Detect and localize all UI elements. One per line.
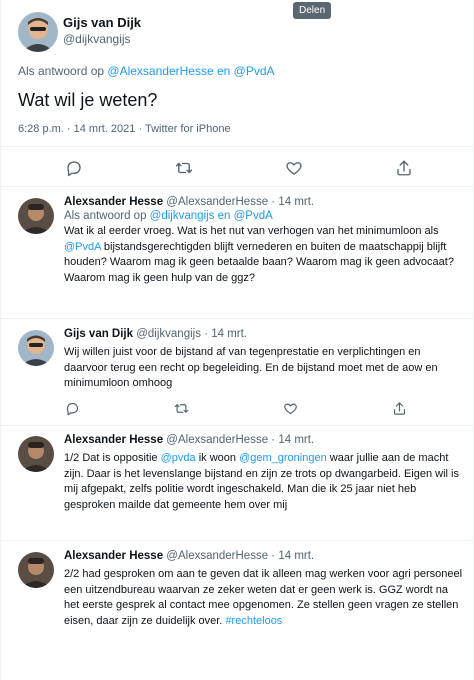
reply-icon[interactable] — [65, 159, 83, 177]
tweet-date[interactable]: 14 mrt. — [278, 550, 314, 562]
reply-icon[interactable] — [64, 401, 80, 417]
mention-link[interactable]: @PvdA — [64, 241, 101, 253]
author-name[interactable]: Alexsander Hesse — [64, 434, 163, 446]
tweet-thread-page: Delen Gijs van Dijk @dijkvangijs Als ant… — [0, 0, 474, 680]
tweet-text: Wat ik al eerder vroeg. Wat is het nut v… — [64, 224, 464, 286]
text-part: ik woon — [195, 452, 240, 464]
share-icon[interactable] — [395, 159, 413, 177]
mention-link[interactable]: @AlexsanderHesse — [107, 64, 213, 78]
author-handle[interactable]: @AlexsanderHesse — [166, 196, 268, 208]
tweet-date[interactable]: 14 mrt. — [211, 328, 247, 340]
reply-header: Alexsander Hesse @AlexsanderHesse · 14 m… — [64, 196, 464, 208]
author-handle[interactable]: @AlexsanderHesse — [166, 434, 268, 446]
tweet-actions — [64, 401, 464, 417]
separator: · — [200, 328, 212, 340]
main-author-handle[interactable]: @dijkvangijs — [63, 32, 131, 46]
tweet-text: Wij willen juist voor de bijstand af van… — [64, 346, 438, 389]
author-handle[interactable]: @dijkvangijs — [136, 328, 201, 340]
tweet-text: 1/2 Dat is oppositie @pvda ik woon @gem_… — [64, 451, 464, 513]
reply-header: Alexsander Hesse @AlexsanderHesse · 14 m… — [64, 434, 464, 446]
reply-and: en — [213, 64, 234, 78]
main-reply-context: Als antwoord op @AlexsanderHesse en @Pvd… — [18, 64, 275, 78]
separator: · — [268, 196, 279, 208]
tweet-text: 2/2 had gesproken om aan te geven dat ik… — [64, 567, 464, 629]
divider — [1, 186, 474, 187]
avatar-gijs[interactable] — [18, 330, 54, 366]
avatar-alexsander[interactable] — [18, 436, 54, 472]
main-tweet-text: Wat wil je weten? — [18, 90, 158, 110]
divider — [1, 540, 474, 541]
text-part: Wat ik al eerder vroeg. Wat is het nut v… — [64, 225, 439, 237]
reply-prefix: Als antwoord op — [18, 64, 108, 78]
retweet-icon[interactable] — [173, 401, 189, 417]
mention-link[interactable]: @dijkvangijs — [150, 210, 215, 222]
like-icon[interactable] — [285, 159, 303, 177]
avatar-alexsander[interactable] — [18, 552, 54, 588]
author-handle[interactable]: @AlexsanderHesse — [166, 550, 268, 562]
reply-header: Alexsander Hesse @AlexsanderHesse · 14 m… — [64, 550, 464, 562]
separator: · — [268, 550, 279, 562]
reply-and: en — [214, 210, 234, 222]
mention-link[interactable]: @pvda — [161, 452, 196, 464]
like-icon[interactable] — [282, 401, 298, 417]
author-name[interactable]: Alexsander Hesse — [64, 550, 163, 562]
divider — [1, 318, 474, 319]
author-name[interactable]: Alexsander Hesse — [64, 196, 163, 208]
hashtag-link[interactable]: #rechteloos — [225, 615, 282, 627]
main-tweet-actions — [65, 158, 415, 178]
reply-header: Gijs van Dijk @dijkvangijs · 14 mrt. — [64, 328, 464, 340]
reply-tweet[interactable]: Gijs van Dijk @dijkvangijs · 14 mrt. Wij… — [1, 326, 474, 426]
divider — [1, 425, 474, 426]
mention-link[interactable]: @PvdA — [234, 210, 273, 222]
retweet-icon[interactable] — [175, 159, 193, 177]
tweet-date[interactable]: 14 mrt. — [278, 196, 314, 208]
main-tweet-meta[interactable]: 6:28 p.m. · 14 mrt. 2021 · Twitter for i… — [18, 123, 231, 135]
tweet-date[interactable]: 14 mrt. — [278, 434, 314, 446]
share-icon[interactable] — [391, 401, 407, 417]
author-name[interactable]: Gijs van Dijk — [64, 328, 133, 340]
reply-tweet[interactable]: Alexsander Hesse @AlexsanderHesse · 14 m… — [1, 548, 474, 680]
text-part: bijstandsgerechtigden blijft vernederen … — [64, 240, 454, 284]
avatar-alexsander[interactable] — [18, 198, 54, 234]
avatar-gijs[interactable] — [18, 12, 58, 52]
main-author-name[interactable]: Gijs van Dijk — [63, 15, 141, 30]
reply-tweet[interactable]: Alexsander Hesse @AlexsanderHesse · 14 m… — [1, 194, 474, 318]
share-tooltip: Delen — [293, 2, 332, 19]
text-part: 1/2 Dat is oppositie — [64, 452, 161, 464]
reply-prefix: Als antwoord op — [64, 210, 150, 222]
mention-link[interactable]: @gem_groningen — [239, 452, 327, 464]
divider — [1, 146, 474, 147]
mention-link[interactable]: @PvdA — [234, 64, 275, 78]
separator: · — [268, 434, 279, 446]
reply-tweet[interactable]: Alexsander Hesse @AlexsanderHesse · 14 m… — [1, 432, 474, 540]
reply-context: Als antwoord op @dijkvangijs en @PvdA — [64, 210, 464, 222]
